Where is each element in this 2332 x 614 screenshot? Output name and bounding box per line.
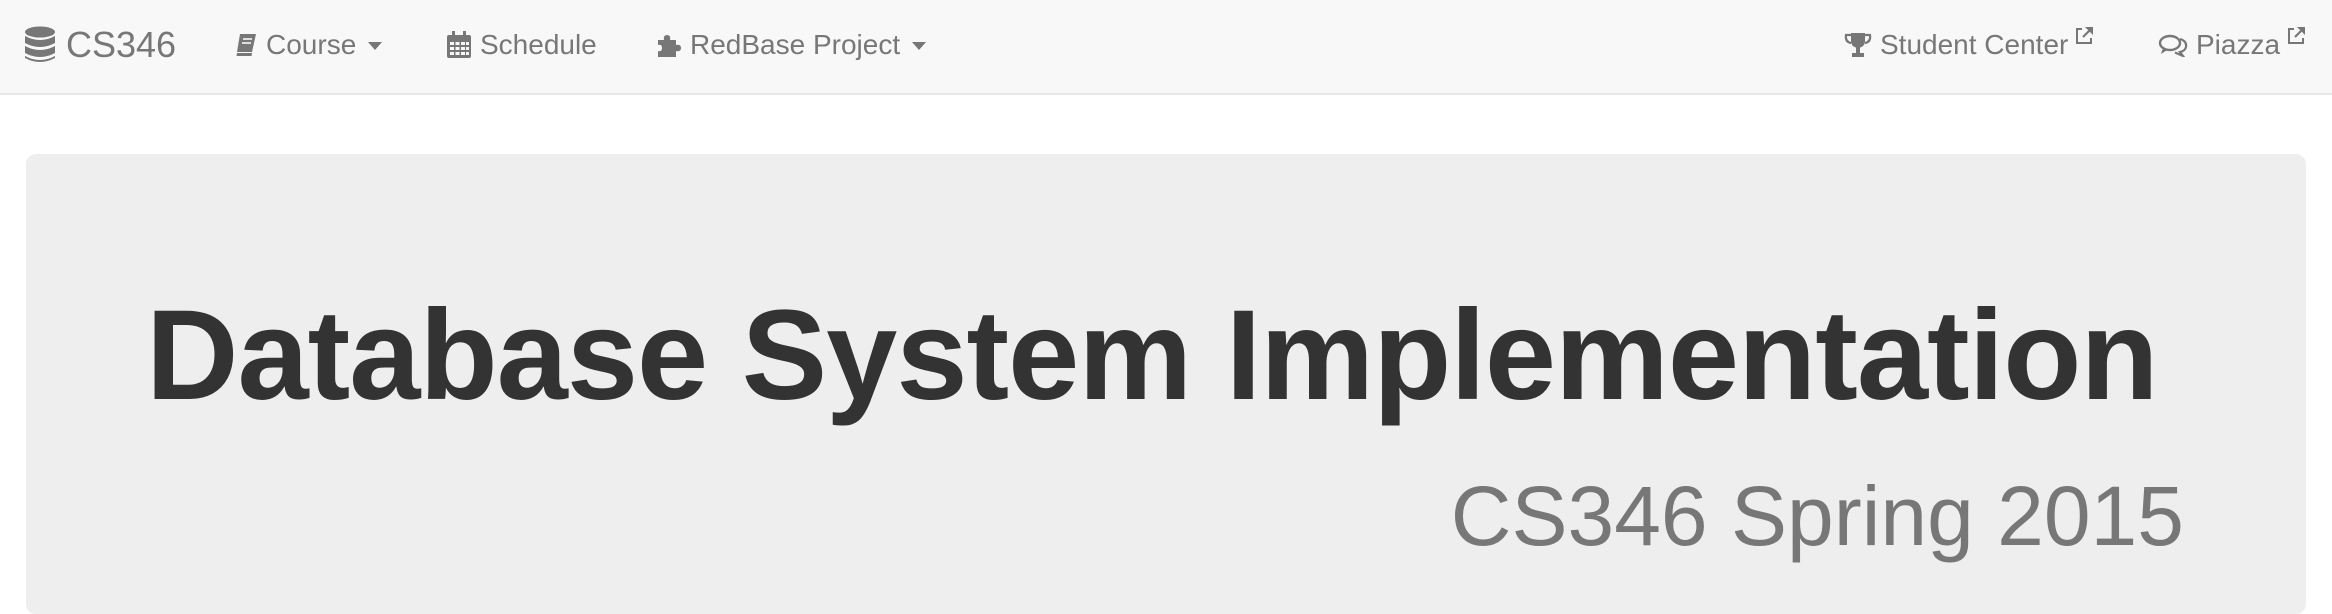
- nav-piazza-link[interactable]: Piazza: [2158, 0, 2306, 90]
- nav-course-dropdown[interactable]: Course: [234, 0, 383, 90]
- nav-schedule-label: Schedule: [480, 29, 597, 60]
- nav-redbase-label: RedBase Project: [690, 29, 901, 60]
- nav-piazza-label: Piazza: [2196, 29, 2281, 60]
- comments-icon: [2158, 33, 2188, 57]
- nav-schedule-link[interactable]: Schedule: [446, 0, 597, 90]
- caret-down-icon: [912, 42, 927, 50]
- brand-link[interactable]: CS346: [24, 0, 176, 90]
- external-link-icon: [2074, 26, 2094, 46]
- calendar-icon: [446, 31, 472, 59]
- page-subtitle: CS346 Spring 2015: [1450, 469, 2184, 563]
- brand-label: CS346: [66, 24, 177, 65]
- nav-redbase-dropdown[interactable]: RedBase Project: [656, 0, 927, 90]
- external-link-icon: [2286, 26, 2306, 46]
- page-title: Database System Implementation: [146, 284, 2159, 427]
- caret-down-icon: [368, 42, 383, 50]
- database-icon: [24, 26, 56, 64]
- book-icon: [234, 32, 258, 58]
- puzzle-icon: [656, 32, 682, 58]
- nav-course-label: Course: [266, 29, 357, 60]
- jumbotron: Database System Implementation CS346 Spr…: [26, 154, 2306, 614]
- nav-student-center-link[interactable]: Student Center: [1844, 0, 2094, 90]
- nav-student-center-label: Student Center: [1880, 29, 2069, 60]
- trophy-icon: [1844, 32, 1872, 58]
- top-navbar: CS346 Course Schedule RedBase Project St…: [0, 0, 2332, 95]
